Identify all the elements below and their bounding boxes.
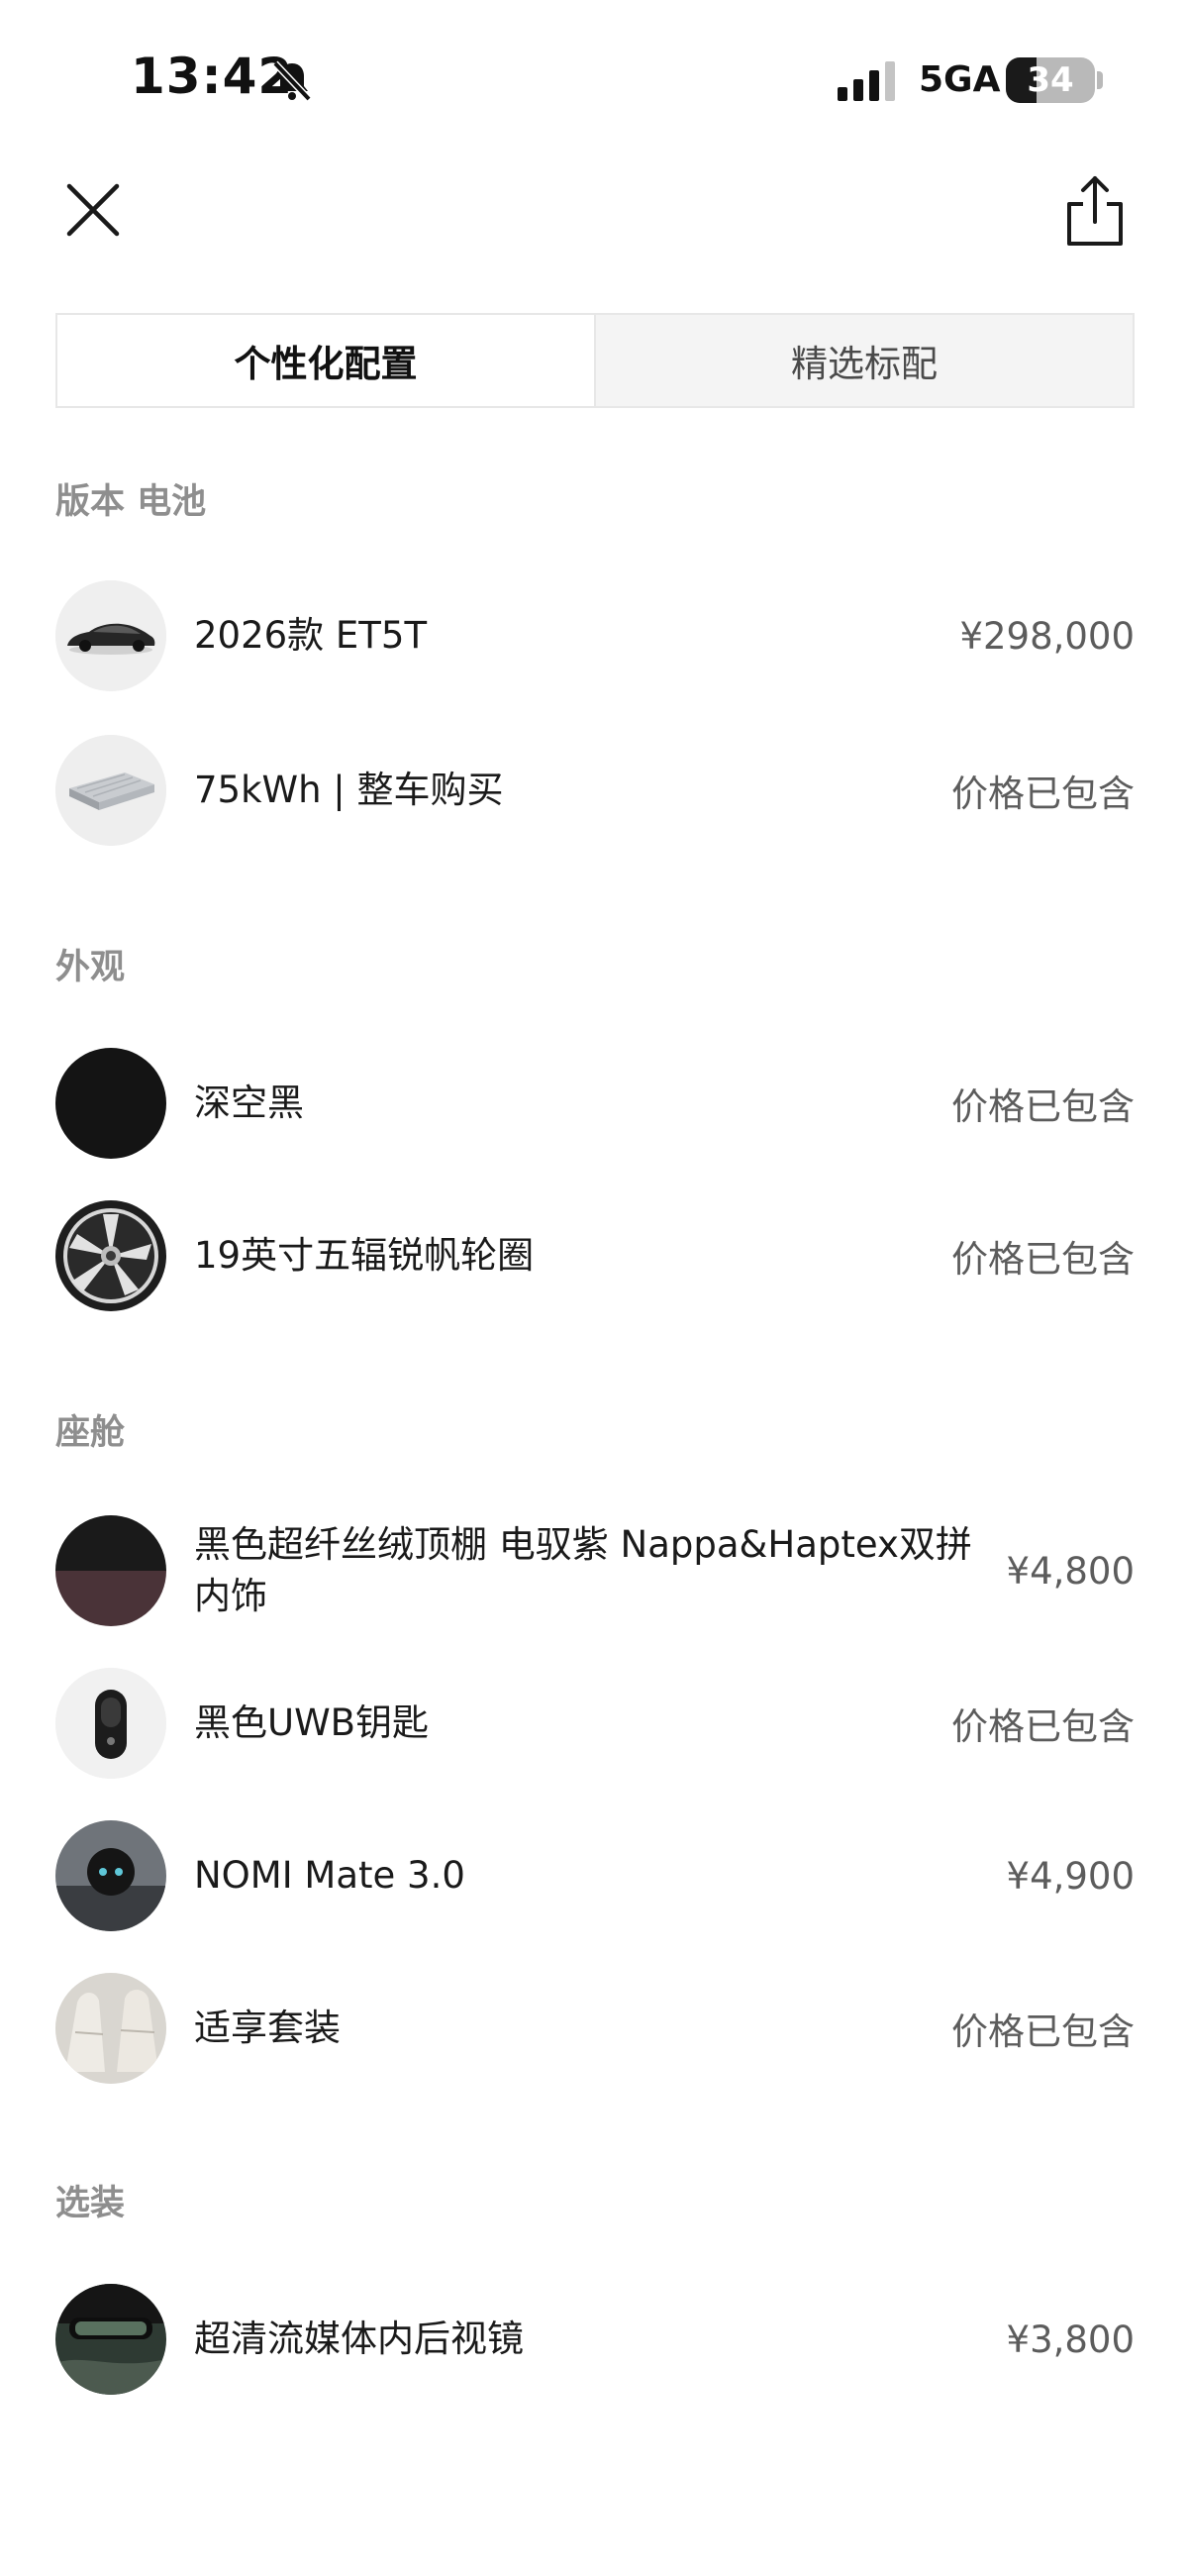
item-price: ¥4,900: [1006, 1854, 1135, 1898]
item-label: 适享套装: [194, 2007, 341, 2049]
list-item-nomi[interactable]: NOMI Mate 3.0 ¥4,900: [55, 1820, 1135, 1931]
status-bar: 13:42 5GA 34: [0, 0, 1188, 158]
list-item-model[interactable]: 2026款 ET5T ¥298,000: [55, 580, 1135, 691]
item-price: ¥3,800: [1006, 2318, 1135, 2361]
list-item-key[interactable]: 黑色UWB钥匙 价格已包含: [55, 1668, 1135, 1779]
signal-icon: [838, 61, 895, 101]
item-price: 价格已包含: [951, 773, 1135, 815]
mirror-image-icon: [55, 2284, 166, 2395]
section-title-exterior: 外观: [55, 948, 126, 987]
item-price: 价格已包含: [951, 1705, 1135, 1748]
config-tabs: 个性化配置 精选标配: [55, 313, 1135, 408]
wheel-image-icon: [55, 1200, 166, 1311]
tab-standard-config[interactable]: 精选标配: [594, 315, 1133, 406]
config-page: 13:42 5GA 34 个性化配置 精选标配 版本 电池 2026款 ET5T…: [0, 0, 1188, 2576]
list-item-battery[interactable]: 75kWh | 整车购买 价格已包含: [55, 735, 1135, 846]
network-label: 5GA: [919, 59, 1001, 100]
section-title-options: 选装: [55, 2184, 126, 2223]
item-label: 2026款 ET5T: [194, 614, 428, 657]
key-image-icon: [55, 1668, 166, 1779]
nomi-thumbnail: [55, 1820, 166, 1931]
tab-personalized-config[interactable]: 个性化配置: [57, 315, 594, 406]
item-label: 黑色UWB钥匙: [194, 1701, 430, 1744]
battery-tip: [1097, 71, 1103, 89]
bell-off-icon: [272, 60, 312, 102]
item-label: 深空黑: [194, 1082, 304, 1124]
item-price: 价格已包含: [951, 1085, 1135, 1128]
battery-pack-thumbnail: [55, 735, 166, 846]
battery-pack-image-icon: [55, 735, 166, 846]
close-icon[interactable]: [55, 170, 127, 242]
list-item-mirror[interactable]: 超清流媒体内后视镜 ¥3,800: [55, 2284, 1135, 2395]
item-price: ¥298,000: [959, 614, 1135, 658]
list-item-paint[interactable]: 深空黑 价格已包含: [55, 1048, 1135, 1159]
color-swatch-icon: [55, 1048, 166, 1159]
item-label: NOMI Mate 3.0: [194, 1854, 465, 1897]
item-label: 超清流媒体内后视镜: [194, 2318, 524, 2360]
item-label: 黑色超纤丝绒顶棚 电驭紫 Nappa&Haptex双拼内饰: [194, 1523, 972, 1617]
item-label: 75kWh | 整车购买: [194, 769, 504, 811]
car-thumbnail: [55, 580, 166, 691]
car-image-icon: [55, 580, 166, 691]
list-item-comfort-pack[interactable]: 适享套装 价格已包含: [55, 1973, 1135, 2084]
section-title-version: 版本 电池: [55, 482, 207, 522]
wheel-thumbnail: [55, 1200, 166, 1311]
mirror-thumbnail: [55, 2284, 166, 2395]
color-swatch-thumbnail: [55, 1048, 166, 1159]
item-price: 价格已包含: [951, 1238, 1135, 1281]
list-item-interior[interactable]: 黑色超纤丝绒顶棚 电驭紫 Nappa&Haptex双拼内饰 ¥4,800: [55, 1515, 1135, 1626]
interior-swatch-thumbnail: [55, 1515, 166, 1626]
share-icon[interactable]: [1059, 170, 1131, 252]
seat-thumbnail: [55, 1973, 166, 2084]
nomi-image-icon: [55, 1820, 166, 1931]
item-price: 价格已包含: [951, 2010, 1135, 2053]
section-title-cabin: 座舱: [55, 1413, 126, 1453]
item-label: 19英寸五辐锐帆轮圈: [194, 1234, 535, 1277]
list-item-wheel[interactable]: 19英寸五辐锐帆轮圈 价格已包含: [55, 1200, 1135, 1311]
item-price: ¥4,800: [1006, 1549, 1135, 1593]
battery-percent: 34: [1027, 60, 1074, 100]
seat-image-icon: [55, 1973, 166, 2084]
interior-swatch-icon: [55, 1515, 166, 1626]
key-thumbnail: [55, 1668, 166, 1779]
battery-indicator: 34: [1006, 57, 1095, 103]
